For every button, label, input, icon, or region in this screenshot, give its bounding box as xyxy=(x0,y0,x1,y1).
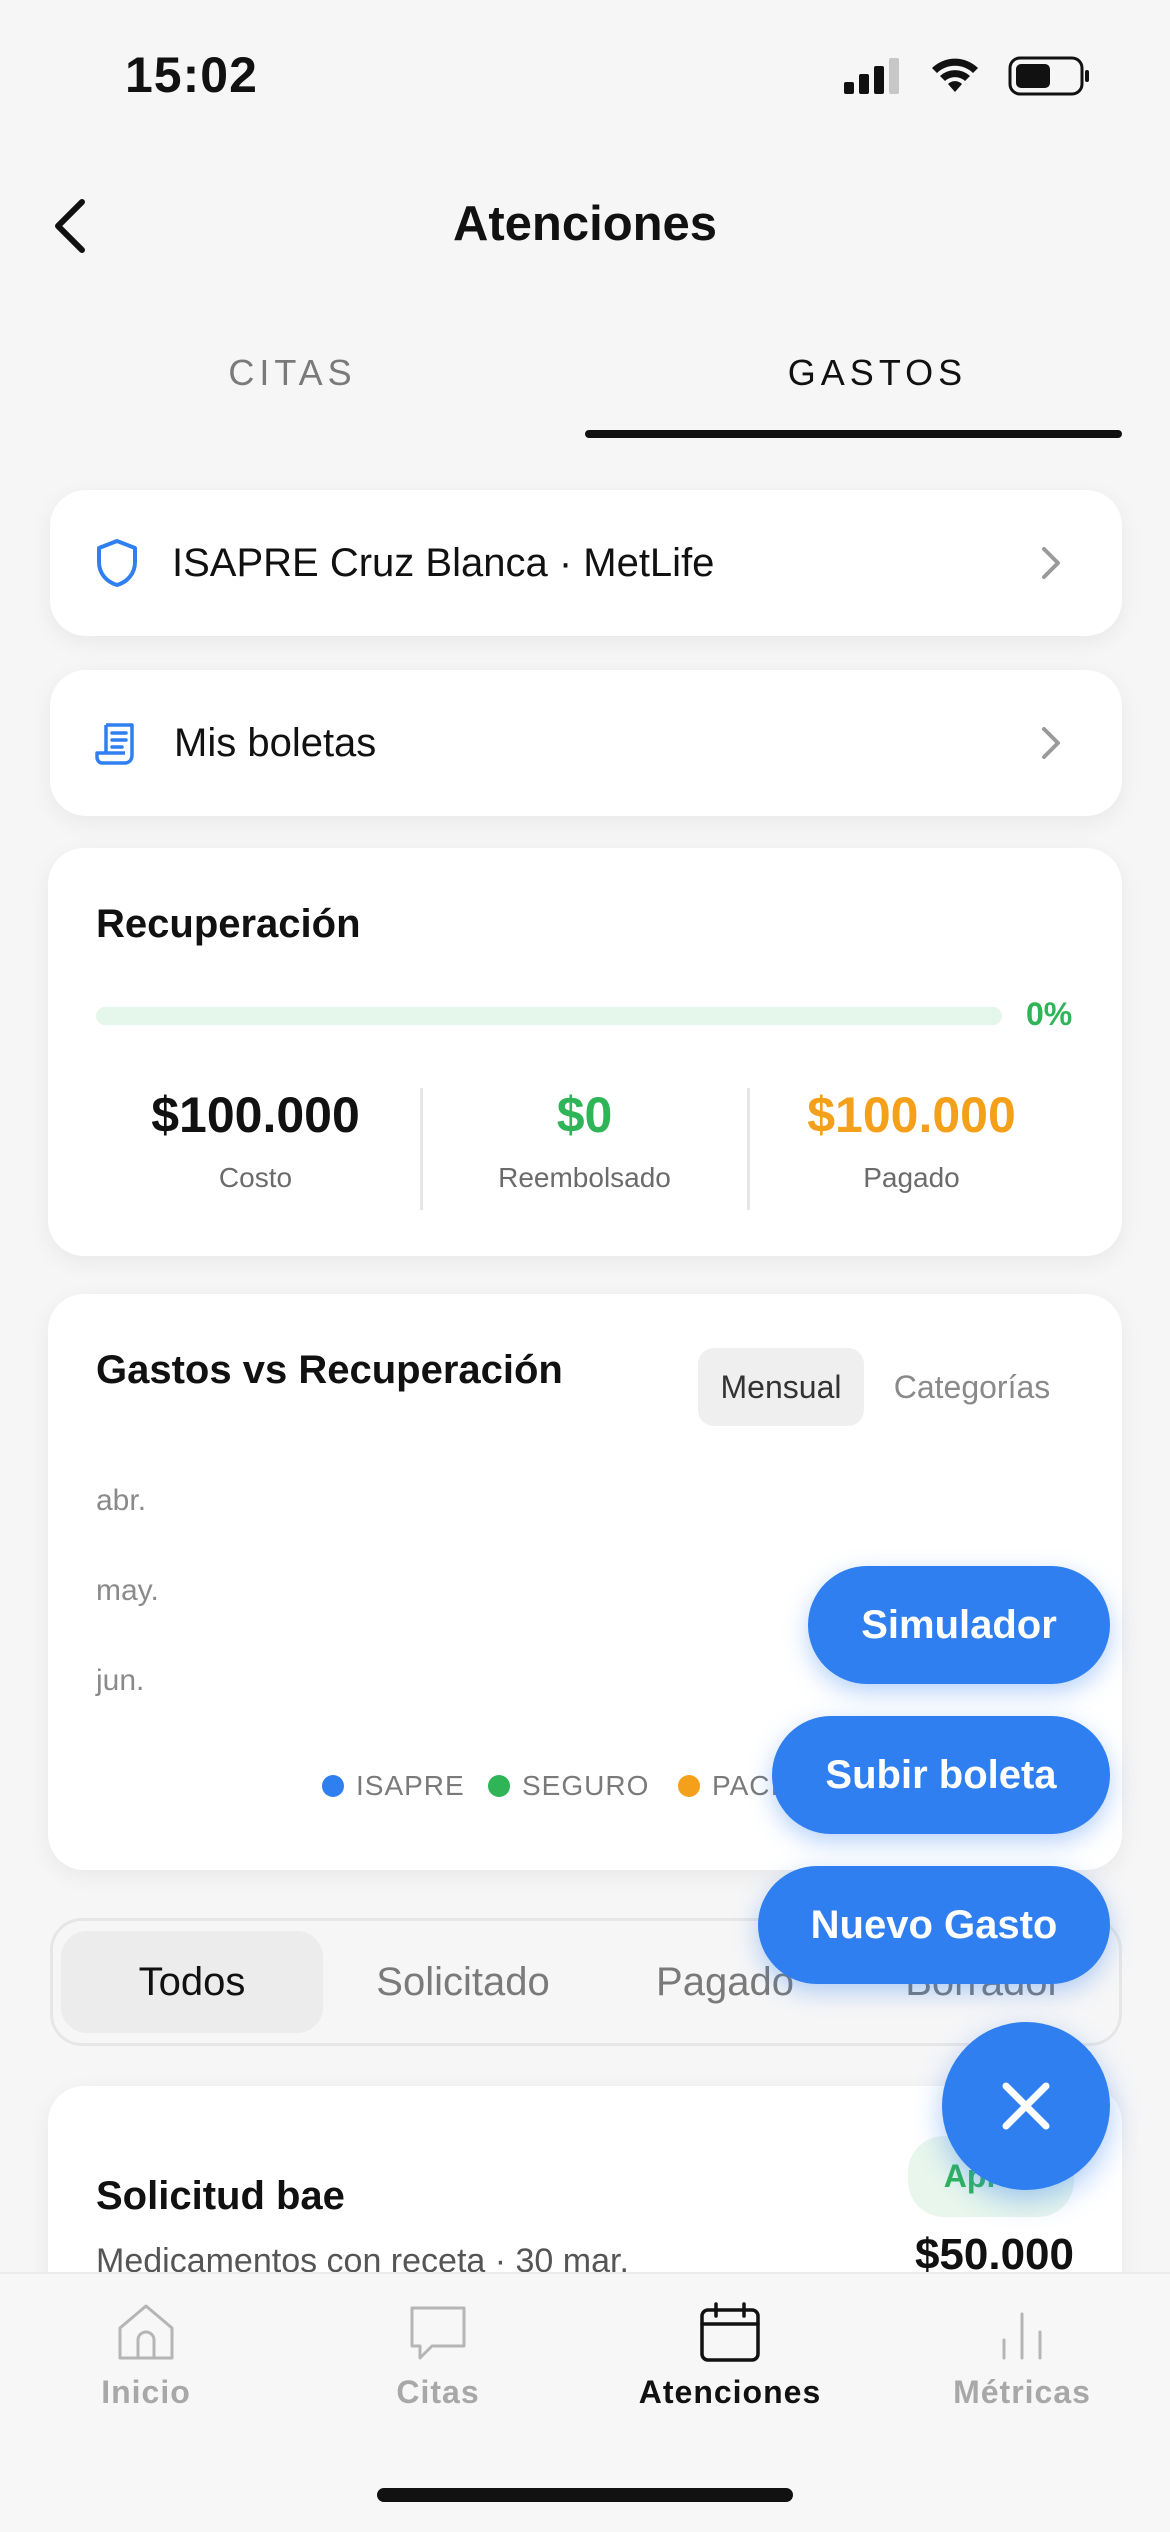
filter-todos[interactable]: Todos xyxy=(61,1931,323,2033)
nav-metricas[interactable]: Métricas xyxy=(876,2300,1168,2411)
nav-label: Citas xyxy=(396,2374,480,2410)
stat-reimbursed-label: Reembolsado xyxy=(498,1162,671,1193)
stat-cost-label: Costo xyxy=(218,1162,293,1193)
status-icons xyxy=(844,56,1090,96)
home-icon xyxy=(118,2304,174,2360)
new-expense-button[interactable]: Nuevo Gasto xyxy=(758,1866,1110,1984)
chat-icon xyxy=(410,2306,466,2360)
filter-solicitado[interactable]: Solicitado xyxy=(343,1931,583,2033)
status-time: 15:02 xyxy=(125,47,258,103)
bar-chart-icon xyxy=(1002,2312,1042,2360)
stat-paid-label: Pagado xyxy=(863,1162,960,1193)
stat-cost-value: $100.000 xyxy=(151,1087,360,1143)
signal-icon xyxy=(844,58,899,94)
legend-dot xyxy=(322,1775,344,1797)
legend-label: SEGURO xyxy=(522,1770,650,1801)
legend-label: PACI xyxy=(712,1770,780,1801)
battery-icon xyxy=(1008,56,1089,96)
chevron-right-icon xyxy=(1042,727,1060,759)
tab-citas[interactable]: CITAS xyxy=(0,352,585,394)
stat-paid-value: $100.000 xyxy=(807,1087,1016,1143)
legend-seguro: SEGURO xyxy=(488,1770,649,1802)
close-fab-button[interactable] xyxy=(942,2022,1110,2190)
calendar-icon xyxy=(700,2302,760,2362)
insurance-card[interactable]: ISAPRE Cruz Blanca · MetLife xyxy=(50,490,1122,636)
stat-paid: $100.000 Pagado xyxy=(748,1086,1075,1194)
stat-cost: $100.000 Costo xyxy=(92,1086,419,1194)
recovery-progress-bar xyxy=(96,1007,1002,1025)
toggle-categorias[interactable]: Categorías xyxy=(874,1348,1070,1426)
chevron-right-icon xyxy=(1042,547,1060,579)
receipt-icon xyxy=(95,723,134,765)
toggle-mensual[interactable]: Mensual xyxy=(698,1348,864,1426)
nav-inicio[interactable]: Inicio xyxy=(0,2300,292,2411)
legend-label: ISAPRE xyxy=(356,1770,465,1801)
legend-isapre: ISAPRE xyxy=(322,1770,465,1802)
stat-reimbursed: $0 Reembolsado xyxy=(421,1086,748,1194)
receipts-label: Mis boletas xyxy=(174,720,377,765)
month-label: may. xyxy=(96,1574,159,1607)
close-icon xyxy=(1002,2082,1050,2130)
recovery-card: Recuperación 0% $100.000 Costo $0 Reembo… xyxy=(48,848,1122,1256)
recovery-title: Recuperación xyxy=(96,902,361,946)
insurance-label: ISAPRE Cruz Blanca · MetLife xyxy=(172,540,715,585)
page-title: Atenciones xyxy=(452,197,718,251)
month-label: jun. xyxy=(96,1664,145,1697)
month-label: abr. xyxy=(96,1484,147,1517)
nav-label: Métricas xyxy=(953,2374,1091,2410)
nav-atenciones[interactable]: Atenciones xyxy=(584,2300,876,2411)
chart-title: Gastos vs Recuperación xyxy=(96,1348,563,1392)
active-tab-indicator xyxy=(585,430,1122,438)
recovery-progress-label: 0% xyxy=(1026,996,1073,1032)
expense-title: Solicitud bae xyxy=(96,2174,345,2218)
upload-receipt-button[interactable]: Subir boleta xyxy=(772,1716,1110,1834)
legend-paciente: PACI xyxy=(678,1770,779,1802)
simulator-button[interactable]: Simulador xyxy=(808,1566,1110,1684)
wifi-icon xyxy=(932,58,978,92)
legend-dot xyxy=(488,1775,510,1797)
legend-dot xyxy=(678,1775,700,1797)
nav-label: Inicio xyxy=(101,2374,191,2410)
stat-reimbursed-value: $0 xyxy=(556,1087,613,1143)
home-indicator xyxy=(377,2488,793,2502)
tab-gastos[interactable]: GASTOS xyxy=(585,352,1170,394)
receipts-card[interactable]: Mis boletas xyxy=(50,670,1122,816)
nav-citas[interactable]: Citas xyxy=(292,2300,584,2411)
shield-icon xyxy=(97,539,137,587)
nav-label: Atenciones xyxy=(638,2374,822,2410)
